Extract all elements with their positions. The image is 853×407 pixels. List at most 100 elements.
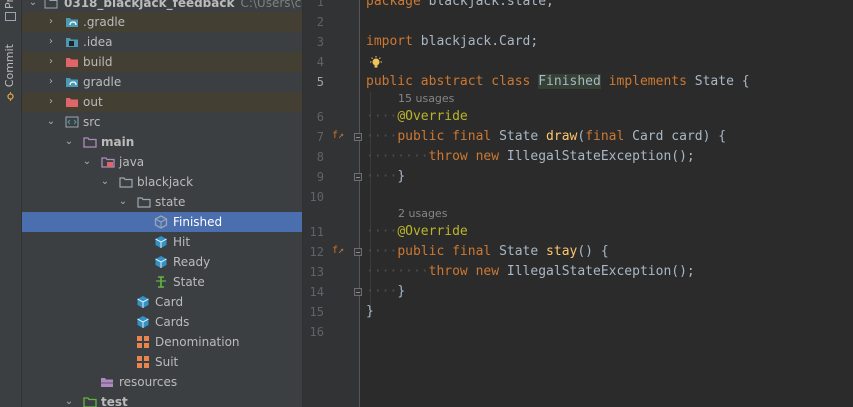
line-number: 1 (316, 0, 324, 9)
line-number: 7 (316, 130, 324, 144)
tree-row-build[interactable]: › build (22, 52, 302, 72)
code-line-14: ····} (366, 284, 406, 299)
line-number: 8 (316, 150, 324, 164)
tree-row-denomination[interactable]: Denomination (22, 332, 302, 352)
tree-row-state-package[interactable]: ⌄ state (22, 192, 302, 212)
tree-row-label: out (83, 95, 103, 109)
tree-row-gradle[interactable]: › gradle (22, 72, 302, 92)
tree-row-out[interactable]: › out (22, 92, 302, 112)
line-number: 16 (309, 325, 324, 339)
code-line-11: ····@Override (366, 224, 468, 239)
folder-module-icon (44, 0, 58, 9)
project-tree: ⌄ 0318_blackjack_feedback C:\Users\cho › … (22, 0, 302, 407)
code-line-9: ····} (366, 169, 406, 184)
commit-icon (7, 92, 14, 101)
commit-tool-tab[interactable]: Commit (3, 44, 16, 87)
code-line-7: ····public final State draw(final Card c… (366, 129, 727, 144)
usages-hint[interactable]: 2 usages (398, 206, 447, 222)
keyword: package (366, 0, 421, 9)
line-number: 12 (309, 245, 324, 259)
tree-row-label: Cards (155, 315, 190, 329)
tree-row-label: Ready (173, 255, 211, 269)
code-text: () { (577, 244, 609, 259)
code-text: } (366, 304, 374, 319)
chevron-down-icon[interactable]: ⌄ (118, 195, 128, 209)
tree-row-test[interactable]: ⌄ test (22, 392, 302, 407)
source-folder-icon (65, 116, 79, 128)
idea-folder-icon (66, 38, 78, 47)
line-number: 5 (316, 75, 324, 89)
excluded-folder-icon (66, 98, 78, 107)
project-name: 0318_blackjack_feedback (64, 0, 235, 10)
keyword: final (452, 244, 492, 259)
chevron-down-icon[interactable]: ⌄ (82, 155, 92, 169)
tree-row-label: gradle (83, 75, 122, 89)
keyword: throw (428, 264, 468, 279)
keyword: final (452, 129, 492, 144)
tree-row-label: build (83, 55, 113, 69)
usages-hint[interactable]: 15 usages (398, 91, 454, 107)
chevron-right-icon[interactable]: › (46, 55, 56, 69)
code-editor[interactable]: package blackjack.state; import blackjac… (361, 0, 853, 407)
tree-row-label: .idea (83, 35, 113, 49)
chevron-right-icon[interactable]: › (46, 75, 56, 89)
tree-row-label: Finished (173, 215, 223, 229)
tree-row-ready[interactable]: Ready (22, 252, 302, 272)
resources-folder-icon (101, 378, 113, 387)
chevron-down-icon[interactable]: ⌄ (64, 395, 74, 407)
project-tool-tab[interactable]: Pr (3, 0, 16, 9)
code-line-15: } (366, 302, 374, 322)
code-text: Card card) { (624, 129, 727, 144)
project-tool-icon (5, 12, 16, 21)
tree-row-label: java (119, 155, 145, 169)
tree-row-cards[interactable]: Cards (22, 312, 302, 332)
tree-row-label: Denomination (155, 335, 240, 349)
tree-row-label: Suit (155, 355, 179, 369)
tree-row-suit[interactable]: Suit (22, 352, 302, 372)
tree-row-finished[interactable]: Finished (22, 212, 302, 232)
tree-row-resources[interactable]: resources (22, 372, 302, 392)
source-root-icon (101, 157, 115, 168)
interface-icon (156, 276, 166, 288)
tree-row-blackjack[interactable]: ⌄ blackjack (22, 172, 302, 192)
keyword: public (366, 74, 413, 89)
tree-row-gradle-cache[interactable]: › .gradle (22, 12, 302, 32)
tree-row-label: State (173, 275, 205, 289)
keyword: implements (608, 74, 687, 89)
line-number: 10 (309, 190, 324, 204)
chevron-right-icon[interactable]: › (46, 95, 56, 109)
excluded-folder-icon (66, 58, 78, 67)
annotation: @Override (397, 109, 468, 124)
code-text: blackjack.Card; (412, 34, 539, 49)
editor-gutter: 1 2 3 4 5 6 7 8 9 10 11 12 13 14 15 16 f… (304, 0, 362, 407)
tree-row-label: resources (119, 375, 178, 389)
tree-row-label: state (155, 195, 186, 209)
chevron-down-icon[interactable]: ⌄ (46, 115, 56, 129)
abstract-class-icon (154, 215, 168, 229)
lightbulb-icon[interactable] (369, 56, 383, 70)
chevron-down-icon[interactable]: ⌄ (64, 135, 74, 149)
chevron-right-icon[interactable]: › (46, 35, 56, 49)
annotation: @Override (397, 224, 468, 239)
chevron-down-icon[interactable]: ⌄ (100, 175, 110, 189)
package-icon (137, 197, 151, 208)
tree-row-hit[interactable]: Hit (22, 232, 302, 252)
chevron-right-icon[interactable]: › (46, 15, 56, 29)
line-number: 13 (309, 265, 324, 279)
keyword: public (397, 129, 445, 144)
tree-row-java[interactable]: ⌄ java (22, 152, 302, 172)
implementing-method-icon[interactable]: f↗ (332, 245, 344, 256)
tree-root-label: 0318_blackjack_feedback C:\Users\cho (64, 0, 302, 11)
method-name: draw (546, 129, 578, 144)
tree-row-card[interactable]: Card (22, 292, 302, 312)
tree-row-src[interactable]: ⌄ src (22, 112, 302, 132)
tree-row-state-interface[interactable]: State (22, 272, 302, 292)
chevron-down-icon[interactable]: ⌄ (28, 0, 38, 10)
code-text: } (397, 169, 406, 184)
tree-row-label: blackjack (137, 175, 194, 189)
code-line-13: ········throw new IllegalStateException(… (366, 264, 695, 279)
tree-row-main[interactable]: ⌄ main (22, 132, 302, 152)
line-number: 14 (309, 285, 324, 299)
implementing-method-icon[interactable]: f↗ (332, 130, 344, 141)
tree-row-idea[interactable]: › .idea (22, 32, 302, 52)
